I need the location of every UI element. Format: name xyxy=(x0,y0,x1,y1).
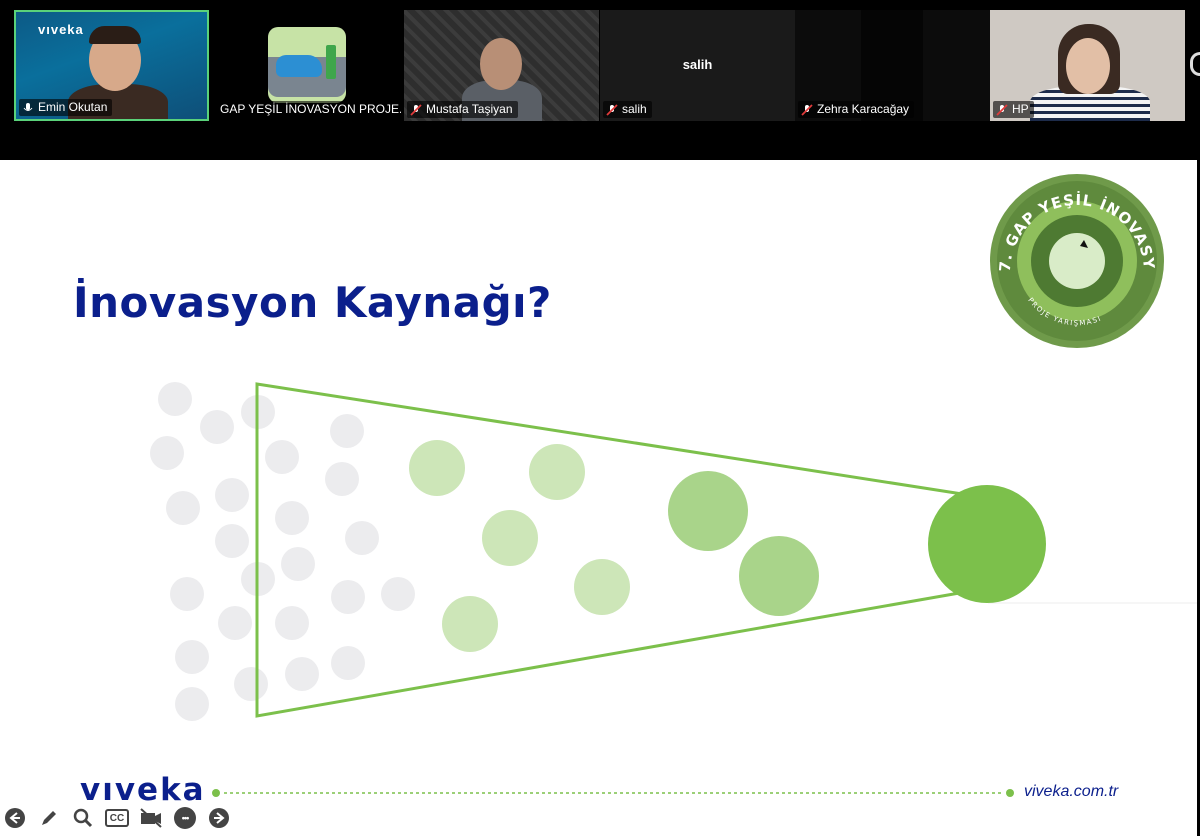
participant-tile-zehra-karacagay[interactable]: Zehra Karacağay xyxy=(795,10,990,121)
participant-name: salih xyxy=(622,102,647,116)
meeting-window: vıveka Emin Okutan GAP YEŞİL İNOVASYON P… xyxy=(0,0,1200,836)
slide-toolbar: CC ••• xyxy=(2,804,232,832)
participant-tile-gap-yesil[interactable]: GAP YEŞİL İNOVASYON PROJE... xyxy=(210,10,405,121)
participant-tile-hp[interactable]: HP xyxy=(990,10,1185,121)
participant-name: Emin Okutan xyxy=(38,100,108,114)
participant-name: GAP YEŞİL İNOVASYON PROJE... xyxy=(220,102,401,116)
light-green-dots xyxy=(409,440,630,652)
participant-name-tag: Emin Okutan xyxy=(19,99,113,116)
participant-name-tag: Mustafa Taşiyan xyxy=(407,101,518,118)
captions-icon: CC xyxy=(105,809,129,827)
parking-illustration xyxy=(268,27,346,103)
zoom-icon xyxy=(73,808,93,828)
charger-icon xyxy=(326,45,336,79)
participant-tile-mustafa-tasiyan[interactable]: Mustafa Taşiyan xyxy=(404,10,599,121)
brand-logo: vıveka xyxy=(80,772,206,808)
person-head xyxy=(1066,38,1110,94)
more-icon: ••• xyxy=(174,807,196,829)
pencil-button[interactable] xyxy=(36,805,62,831)
back-arrow-icon xyxy=(5,808,25,828)
captions-button[interactable]: CC xyxy=(104,805,130,831)
participant-center-name: salih xyxy=(682,57,713,72)
camera-off-icon xyxy=(140,808,162,828)
person-hair xyxy=(89,26,141,44)
participant-tile-emin-okutan[interactable]: vıveka Emin Okutan xyxy=(14,10,209,121)
participant-strip: vıveka Emin Okutan GAP YEŞİL İNOVASYON P… xyxy=(0,0,1200,124)
tile-brand-overlay: vıveka xyxy=(38,22,84,37)
strip-scroll-handle[interactable] xyxy=(1190,52,1200,76)
website-url: viveka.com.tr xyxy=(1024,783,1119,800)
participant-name-tag: GAP YEŞİL İNOVASYON PROJE... xyxy=(213,101,401,118)
mic-muted-icon xyxy=(996,103,1008,116)
participant-name-tag: Zehra Karacağay xyxy=(798,101,915,118)
back-arrow-button[interactable] xyxy=(2,805,28,831)
mic-muted-icon xyxy=(606,103,618,116)
pencil-icon xyxy=(42,811,56,825)
participant-name: HP xyxy=(1012,102,1029,116)
large-green-dot xyxy=(928,485,1046,603)
mid-green-dots xyxy=(668,471,819,616)
camera-off-button[interactable] xyxy=(138,805,164,831)
mic-muted-icon xyxy=(801,103,813,116)
participant-name: Mustafa Taşiyan xyxy=(426,102,513,116)
participant-name: Zehra Karacağay xyxy=(817,102,910,116)
participant-tile-salih[interactable]: salih salih xyxy=(600,10,795,121)
footer-dotted-line xyxy=(212,789,1014,797)
person-head xyxy=(480,38,522,90)
participant-name-tag: HP xyxy=(993,101,1034,118)
zoom-button[interactable] xyxy=(70,805,96,831)
more-button[interactable]: ••• xyxy=(172,805,198,831)
gray-dots xyxy=(150,382,415,721)
participant-name-tag: salih xyxy=(603,101,652,118)
mic-muted-icon xyxy=(410,103,422,116)
competition-logo: 7. GAP YEŞİL İNOVASYON PROJE YARIŞMASI xyxy=(988,172,1164,348)
forward-arrow-icon xyxy=(209,808,229,828)
mic-icon xyxy=(23,102,33,111)
car-icon xyxy=(276,55,322,77)
shared-slide: İnovasyon Kaynağı? 7. GAP YEŞİL İNOVASY … xyxy=(0,160,1197,836)
forward-arrow-button[interactable] xyxy=(206,805,232,831)
